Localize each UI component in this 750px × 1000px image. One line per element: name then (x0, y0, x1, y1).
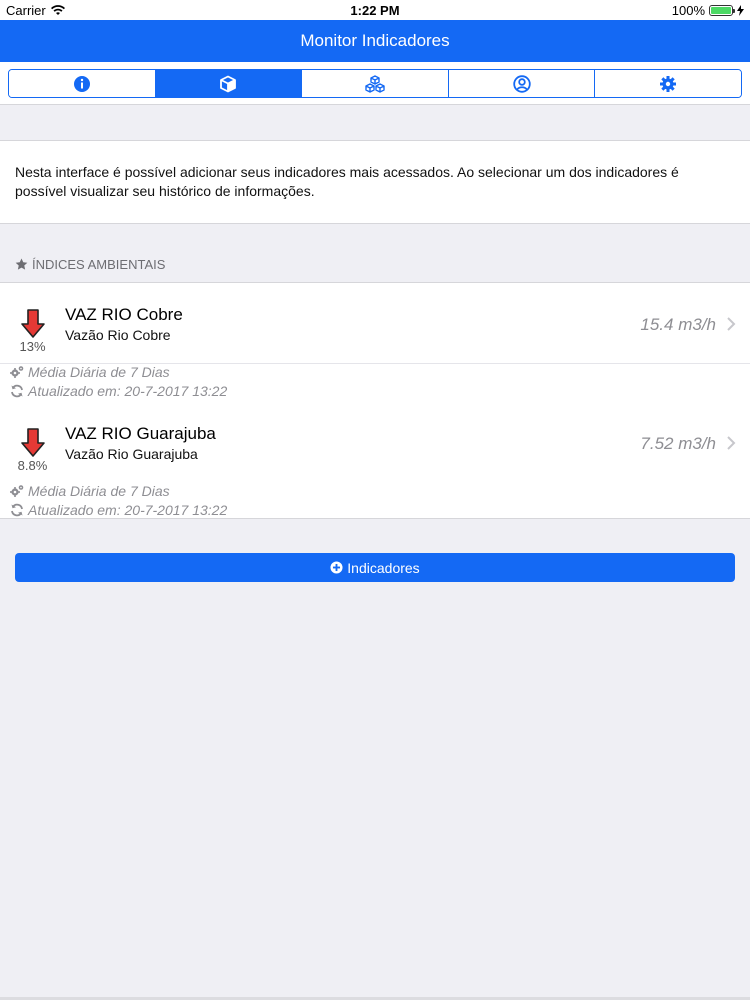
add-indicators-label: Indicadores (347, 559, 420, 576)
cogs-icon (10, 366, 24, 378)
tab-info[interactable] (9, 70, 156, 97)
indicator-list: 13% VAZ RIO Cobre Vazão Rio Cobre 15.4 m… (0, 282, 750, 519)
period-text: Média Diária de 7 Dias (28, 364, 170, 380)
chevron-right-icon (727, 317, 736, 331)
indicator-row[interactable]: 8.8% VAZ RIO Guarajuba Vazão Rio Guaraju… (0, 402, 750, 483)
period-text: Média Diária de 7 Dias (28, 483, 170, 499)
cubes-icon (365, 74, 385, 93)
cogs-icon (10, 485, 24, 497)
indicator-value: 15.4 m3/h (640, 315, 716, 334)
updated-text: Atualizado em: 20-7-2017 13:22 (28, 383, 228, 399)
tab-bar (0, 62, 750, 105)
star-icon (15, 258, 28, 270)
gear-icon (660, 75, 677, 92)
list-item: 8.8% VAZ RIO Guarajuba Vazão Rio Guaraju… (0, 402, 750, 520)
status-bar: Carrier 1:22 PM 100% (0, 0, 750, 20)
status-time: 1:22 PM (350, 3, 400, 18)
indicator-description: Vazão Rio Cobre (65, 327, 171, 343)
intro-panel: Nesta interface é possível adicionar seu… (0, 140, 750, 224)
chevron-right-icon (727, 436, 736, 450)
indicator-row[interactable]: 13% VAZ RIO Cobre Vazão Rio Cobre 15.4 m… (0, 283, 750, 364)
indicator-name: VAZ RIO Cobre (65, 305, 183, 324)
updated-text: Atualizado em: 20-7-2017 13:22 (28, 502, 228, 518)
tab-cube[interactable] (155, 70, 303, 97)
plus-circle-icon (330, 561, 343, 574)
list-item: 13% VAZ RIO Cobre Vazão Rio Cobre 15.4 m… (0, 283, 750, 401)
refresh-icon (11, 384, 23, 398)
indicator-value: 7.52 m3/h (640, 434, 716, 453)
info-circle-icon (73, 75, 90, 92)
battery-area: 100% (672, 3, 744, 18)
indicator-name: VAZ RIO Guarajuba (65, 424, 216, 443)
page-title: Monitor Indicadores (300, 31, 450, 50)
section-header: ÍNDICES AMBIENTAIS (15, 257, 165, 272)
battery-icon (709, 5, 735, 16)
indicator-updated: Atualizado em: 20-7-2017 13:22 (10, 383, 227, 399)
tab-cubes[interactable] (302, 70, 449, 97)
tab-settings[interactable] (595, 70, 741, 97)
refresh-icon (11, 503, 23, 517)
add-indicators-button[interactable]: Indicadores (15, 553, 735, 582)
trend-percent: 13% (19, 339, 46, 354)
battery-percent: 100% (671, 3, 705, 18)
trend-percent: 8.8% (17, 458, 48, 473)
section-title: ÍNDICES AMBIENTAIS (32, 257, 166, 272)
intro-text: Nesta interface é possível adicionar seu… (15, 164, 679, 199)
navigation-bar: Monitor Indicadores (0, 20, 750, 62)
cube-icon (220, 75, 237, 92)
tab-user[interactable] (448, 70, 596, 97)
indicator-period: Média Diária de 7 Dias (10, 364, 170, 380)
indicator-updated: Atualizado em: 20-7-2017 13:22 (10, 502, 227, 518)
segmented-control (8, 69, 742, 98)
charging-bolt-icon (737, 5, 744, 16)
user-circle-icon (512, 74, 531, 93)
indicator-description: Vazão Rio Guarajuba (65, 446, 198, 462)
arrow-down-icon (21, 309, 45, 338)
arrow-down-icon (21, 428, 45, 457)
indicator-period: Média Diária de 7 Dias (10, 483, 170, 499)
